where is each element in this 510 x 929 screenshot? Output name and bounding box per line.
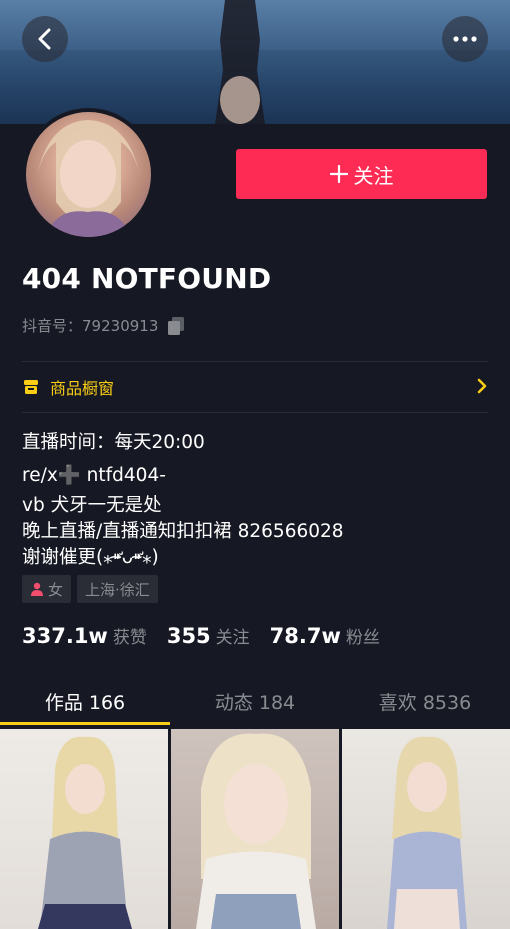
gender-label: 女: [48, 580, 64, 599]
active-tab-indicator: [0, 722, 170, 725]
tab-likes[interactable]: 喜欢 8536: [340, 676, 510, 726]
female-user-icon: [31, 582, 43, 596]
gender-tag: 女: [22, 575, 72, 603]
more-horizontal-icon: [453, 36, 477, 42]
profile-tags: 女 上海·徐汇: [22, 575, 158, 603]
bio-line: vb 犬牙一无是处: [22, 495, 162, 516]
shop-icon: [24, 380, 38, 394]
chevron-left-icon: [38, 28, 51, 50]
divider: [22, 361, 488, 362]
following-stat[interactable]: 355 关注: [167, 623, 250, 648]
douyin-id-label: 抖音号：: [22, 317, 83, 335]
avatar-portrait: [36, 120, 141, 237]
likes-count: 337.1w: [22, 624, 108, 648]
bio-line: 晚上直播/直播通知扣扣裙 826566028: [22, 521, 344, 542]
tab-works[interactable]: 作品 166: [0, 676, 170, 726]
profile-cover: [0, 0, 510, 124]
content-tabs: 作品 166 动态 184 喜欢 8536: [0, 676, 510, 726]
avatar-image: [26, 112, 151, 237]
follow-label: 关注: [353, 163, 394, 188]
thumbnail-image: [196, 733, 316, 929]
live-time: 直播时间：每天20:00: [22, 432, 205, 453]
copy-icon[interactable]: [166, 316, 186, 336]
divider: [22, 412, 488, 413]
back-button[interactable]: [22, 16, 68, 62]
followers-label: 粉丝: [345, 628, 380, 648]
likes-label: 获赞: [112, 628, 147, 648]
douyin-id-row: 抖音号：79230913: [22, 315, 186, 336]
video-thumbnail[interactable]: [171, 729, 339, 929]
following-label: 关注: [215, 628, 250, 648]
plus-icon: [329, 165, 348, 183]
cover-figure: [215, 0, 265, 124]
thumbnail-image: [387, 736, 467, 929]
chevron-right-icon: [477, 378, 487, 394]
video-thumbnail[interactable]: [0, 729, 168, 929]
video-grid: [0, 729, 510, 929]
shop-window-row[interactable]: 商品橱窗: [22, 363, 488, 411]
bio-line: re/x➕ ntfd404-: [22, 465, 166, 486]
douyin-id-text: 抖音号：79230913: [22, 315, 158, 336]
followers-count: 78.7w: [269, 624, 341, 648]
nickname: 404 NOTFOUND: [22, 262, 272, 295]
video-thumbnail[interactable]: [342, 729, 510, 929]
profile-stats: 337.1w 获赞 355 关注 78.7w 粉丝: [22, 623, 400, 648]
location-label: 上海·徐汇: [85, 580, 150, 599]
follow-button[interactable]: 关注: [236, 149, 487, 199]
location-tag: 上海·徐汇: [77, 575, 158, 603]
likes-stat: 337.1w 获赞: [22, 623, 147, 648]
followers-stat[interactable]: 78.7w 粉丝: [270, 623, 380, 648]
more-button[interactable]: [442, 16, 488, 62]
bio-line: 谢谢催更(⁎⁍̴̛ᴗ⁍̴̛⁎): [22, 547, 159, 568]
following-count: 355: [166, 624, 211, 648]
douyin-id-value: 79230913: [82, 317, 159, 335]
shop-window-label: 商品橱窗: [50, 379, 115, 398]
tab-dynamics[interactable]: 动态 184: [170, 676, 340, 726]
thumbnail-image: [38, 736, 132, 929]
avatar[interactable]: [22, 108, 155, 241]
